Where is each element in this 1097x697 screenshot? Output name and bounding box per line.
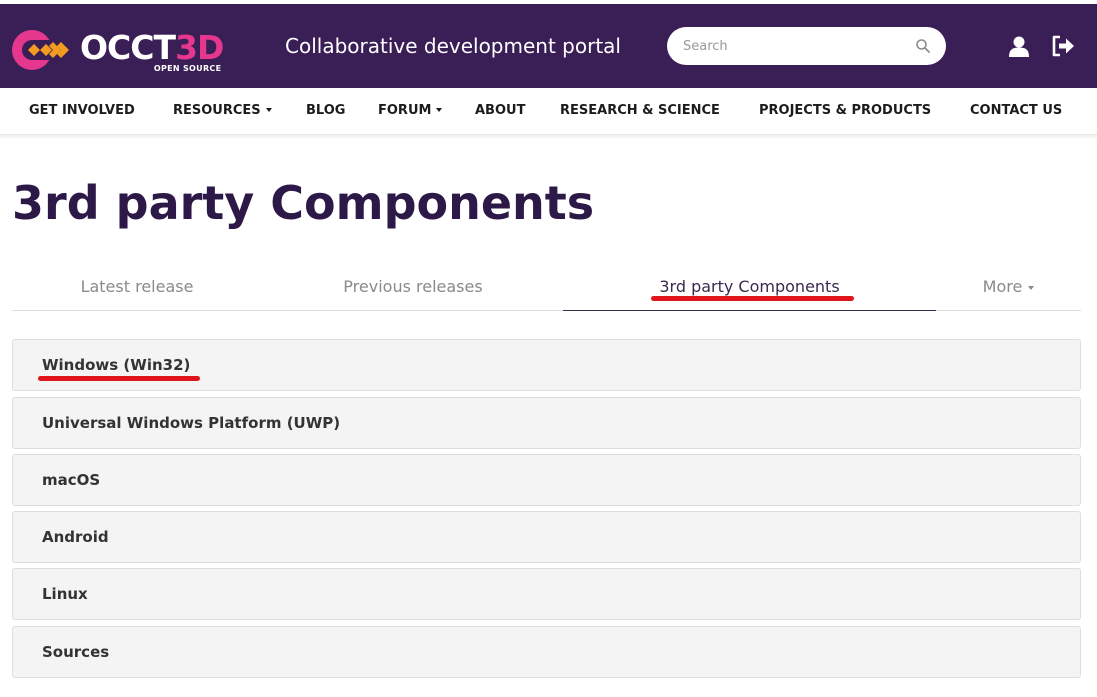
nav-resources[interactable]: RESOURCES: [173, 88, 272, 134]
panel-macos[interactable]: macOS: [12, 454, 1081, 506]
release-tabs: Latest release Previous releases 3rd par…: [12, 264, 1081, 311]
panel-title: Windows (Win32): [42, 356, 191, 374]
tab-3rd-party-components[interactable]: 3rd party Components: [563, 264, 936, 311]
user-icon[interactable]: [1008, 35, 1030, 57]
nav-label: RESOURCES: [173, 103, 261, 118]
nav-blog[interactable]: BLOG: [306, 88, 345, 134]
site-header: OCCT3D OPEN SOURCE Collaborative develop…: [0, 4, 1097, 88]
nav-forum[interactable]: FORUM: [378, 88, 443, 134]
logo-word-accent: 3D: [175, 28, 224, 67]
panel-title: Sources: [42, 643, 110, 661]
page-title: 3rd party Components: [12, 176, 595, 230]
panel-title: Universal Windows Platform (UWP): [42, 414, 341, 432]
nav-label: FORUM: [378, 103, 432, 118]
main-nav: GET INVOLVED RESOURCES BLOG FORUM ABOUT …: [0, 88, 1097, 135]
annotation-underline-windows: [38, 376, 200, 381]
search-input[interactable]: [683, 27, 903, 65]
nav-label: PROJECTS & PRODUCTS: [759, 103, 932, 118]
caret-down-icon: [265, 108, 272, 112]
occt3d-logo[interactable]: OCCT3D OPEN SOURCE: [12, 28, 224, 73]
tab-label: 3rd party Components: [659, 277, 840, 296]
tab-previous-releases[interactable]: Previous releases: [288, 264, 538, 311]
nav-get-involved[interactable]: GET INVOLVED: [29, 88, 135, 134]
nav-label: RESEARCH & SCIENCE: [560, 103, 720, 118]
panel-title: Android: [42, 528, 109, 546]
nav-label: BLOG: [306, 103, 346, 118]
logo-subtitle: OPEN SOURCE: [153, 64, 222, 73]
panel-title: Linux: [42, 585, 88, 603]
search-icon[interactable]: [915, 38, 931, 54]
tab-latest-release[interactable]: Latest release: [12, 264, 262, 311]
tab-label: Previous releases: [343, 277, 483, 296]
caret-down-icon: [436, 108, 443, 112]
logo-word-main: OCCT: [80, 28, 176, 67]
nav-label: CONTACT US: [970, 103, 1063, 118]
annotation-underline-tab: [651, 296, 854, 301]
nav-research-science[interactable]: RESEARCH & SCIENCE: [560, 88, 720, 134]
logo-wordmark: OCCT3D: [80, 28, 224, 68]
tab-label: Latest release: [80, 277, 194, 296]
caret-down-icon: [1028, 286, 1035, 290]
panel-uwp[interactable]: Universal Windows Platform (UWP): [12, 397, 1081, 449]
search-box: [667, 27, 946, 65]
nav-projects-products[interactable]: PROJECTS & PRODUCTS: [759, 88, 931, 134]
panel-title: macOS: [42, 471, 101, 489]
panel-android[interactable]: Android: [12, 511, 1081, 563]
panel-sources[interactable]: Sources: [12, 626, 1081, 678]
logo-mark-icon: [12, 28, 74, 72]
tab-label: More: [982, 277, 1023, 296]
panel-windows-win32[interactable]: Windows (Win32): [12, 339, 1081, 391]
logout-icon[interactable]: [1051, 35, 1075, 57]
nav-about[interactable]: ABOUT: [475, 88, 525, 134]
portal-title: Collaborative development portal: [285, 34, 621, 58]
tab-more[interactable]: More: [936, 264, 1081, 311]
nav-label: GET INVOLVED: [29, 103, 135, 118]
panel-linux[interactable]: Linux: [12, 568, 1081, 620]
nav-label: ABOUT: [475, 103, 526, 118]
nav-contact-us[interactable]: CONTACT US: [970, 88, 1062, 134]
